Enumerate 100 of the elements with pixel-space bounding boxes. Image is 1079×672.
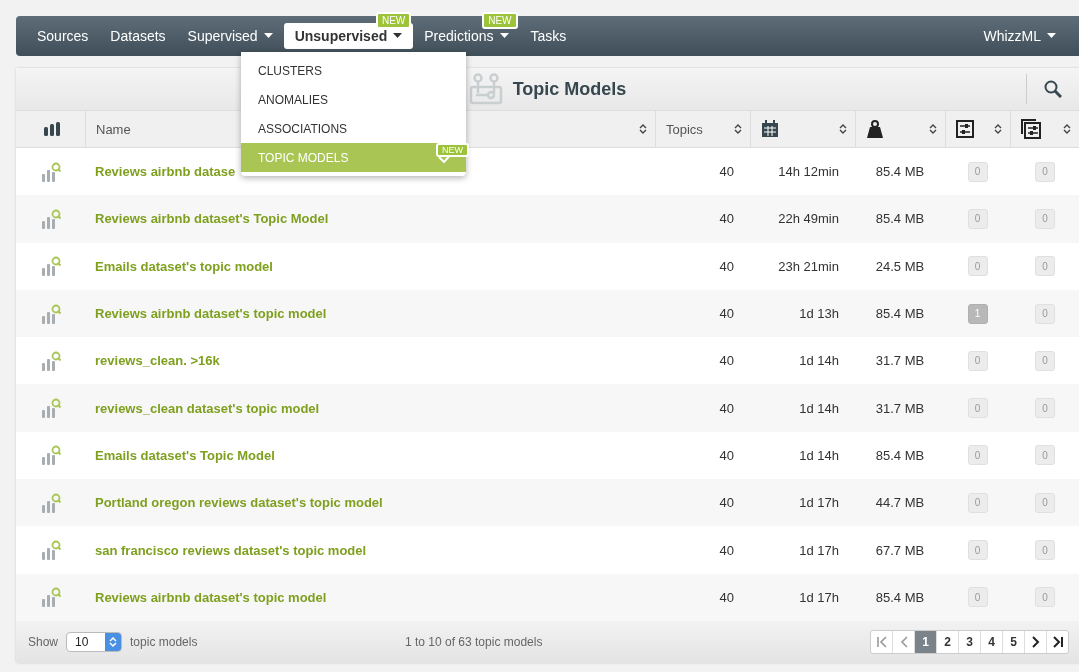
- sort-icon[interactable]: [929, 123, 937, 135]
- page-size-select[interactable]: 10: [66, 631, 123, 652]
- sort-icon[interactable]: [994, 123, 1002, 135]
- panel-title: Topic Models: [512, 78, 627, 100]
- age-text: 22h 49min: [778, 211, 839, 227]
- age-text: 1d 17h: [799, 542, 839, 558]
- count-badge: 0: [1035, 256, 1055, 277]
- count-badge: 0: [967, 161, 988, 182]
- page-button[interactable]: 3: [958, 630, 980, 653]
- weight-icon[interactable]: [866, 120, 884, 138]
- menu-item[interactable]: ANOMALIES: [241, 85, 466, 114]
- age-text: 1d 14h: [799, 353, 839, 369]
- count-badge: 0: [1035, 398, 1055, 419]
- size-text: 24.5 MB: [875, 258, 925, 274]
- count-badge: 0: [1035, 161, 1055, 182]
- topics-count: 40: [719, 211, 734, 227]
- size-text: 85.4 MB: [875, 211, 925, 227]
- size-text: 31.7 MB: [875, 400, 925, 416]
- topics-count: 40: [719, 164, 734, 180]
- page-button[interactable]: 4: [980, 630, 1002, 653]
- size-text: 31.7 MB: [875, 353, 925, 369]
- topics-count: 40: [719, 542, 734, 558]
- count-badge: 0: [1035, 445, 1055, 466]
- count-badge: 0: [1035, 303, 1055, 324]
- age-text: 1d 14h: [799, 447, 839, 463]
- topic-model-row-icon: [40, 303, 61, 324]
- count-badge: 0: [1035, 350, 1055, 371]
- unit-label: topic models: [130, 634, 198, 649]
- new-badge: NEW: [375, 12, 412, 29]
- menu-item[interactable]: CLUSTERS: [241, 56, 466, 85]
- sort-icon[interactable]: [839, 123, 847, 135]
- age-text: 1d 17h: [799, 589, 839, 605]
- size-text: 85.4 MB: [875, 306, 925, 322]
- topic-model-row-icon: [40, 587, 61, 608]
- count-badge: 0: [967, 492, 988, 513]
- page-button[interactable]: 1: [914, 630, 936, 653]
- column-header: Topics: [666, 121, 703, 137]
- count-badge: 0: [967, 350, 988, 371]
- show-label: Show: [28, 634, 59, 649]
- sort-icon[interactable]: [1063, 123, 1071, 135]
- nav-tab[interactable]: Tasks: [519, 23, 578, 49]
- menu-item[interactable]: ASSOCIATIONS: [241, 114, 466, 143]
- count-badge: 0: [1035, 492, 1055, 513]
- topic-model-icon: [468, 73, 503, 105]
- first-page-icon: [875, 635, 888, 648]
- bar-chart-icon: [43, 122, 60, 136]
- count-badge: 0: [967, 540, 988, 560]
- sort-icon[interactable]: [639, 123, 647, 135]
- count-badge: 0: [1035, 208, 1055, 229]
- topic-model-row-icon: [40, 540, 61, 560]
- new-badge: NEW: [436, 143, 469, 157]
- topics-count: 40: [719, 495, 734, 511]
- page-button[interactable]: 5: [1002, 630, 1024, 653]
- nav-tab[interactable]: Supervised: [176, 23, 284, 49]
- topic-model-row-icon: [40, 161, 61, 182]
- size-text: 67.7 MB: [875, 542, 925, 558]
- count-badge: 0: [967, 398, 988, 419]
- topic-model-row-icon: [40, 208, 61, 229]
- chevron-right-icon: [1031, 635, 1040, 648]
- size-text: 44.7 MB: [875, 495, 925, 511]
- nav-tab[interactable]: Sources: [26, 23, 100, 49]
- count-badge: 0: [1035, 587, 1055, 608]
- topics-count: 40: [719, 589, 734, 605]
- column-header: Name: [96, 121, 131, 137]
- sort-icon[interactable]: [734, 123, 742, 135]
- count-badge: 0: [967, 208, 988, 229]
- age-text: 1d 14h: [799, 400, 839, 416]
- stacked-sliders-icon[interactable]: [1021, 119, 1041, 139]
- count-badge: 1: [967, 303, 988, 324]
- topics-count: 40: [719, 353, 734, 369]
- age-text: 14h 12min: [778, 164, 839, 180]
- age-text: 23h 21min: [778, 258, 839, 274]
- size-text: 85.4 MB: [875, 589, 925, 605]
- nav-tab[interactable]: Datasets: [99, 23, 177, 49]
- chevron-left-icon: [899, 635, 908, 648]
- topic-model-row-icon: [40, 445, 61, 466]
- pagination-summary: 1 to 10 of 63 topic models: [404, 634, 544, 649]
- size-text: 85.4 MB: [875, 447, 925, 463]
- topic-model-row-icon: [40, 492, 61, 513]
- count-badge: 0: [967, 587, 988, 608]
- size-text: 85.4 MB: [875, 164, 925, 180]
- updown-icon: [109, 635, 118, 648]
- sliders-icon[interactable]: [956, 120, 974, 138]
- nav-menu[interactable]: WhizzML: [972, 23, 1067, 49]
- last-page-icon: [1051, 635, 1064, 648]
- topics-count: 40: [719, 400, 734, 416]
- new-badge: NEW: [482, 12, 518, 29]
- topics-count: 40: [719, 258, 734, 274]
- topics-count: 40: [719, 447, 734, 463]
- topics-count: 40: [719, 306, 734, 322]
- calendar-icon[interactable]: [761, 120, 779, 138]
- count-badge: 0: [1035, 540, 1055, 560]
- nav-tab[interactable]: Unsupervised: [283, 23, 414, 49]
- age-text: 1d 17h: [799, 495, 839, 511]
- caret-icon: [1047, 33, 1056, 39]
- topic-model-row-icon: [40, 256, 61, 277]
- topic-model-row-icon: [40, 398, 61, 419]
- count-badge: 0: [967, 256, 988, 277]
- search-icon[interactable]: [1044, 80, 1062, 98]
- page-button[interactable]: 2: [936, 630, 958, 653]
